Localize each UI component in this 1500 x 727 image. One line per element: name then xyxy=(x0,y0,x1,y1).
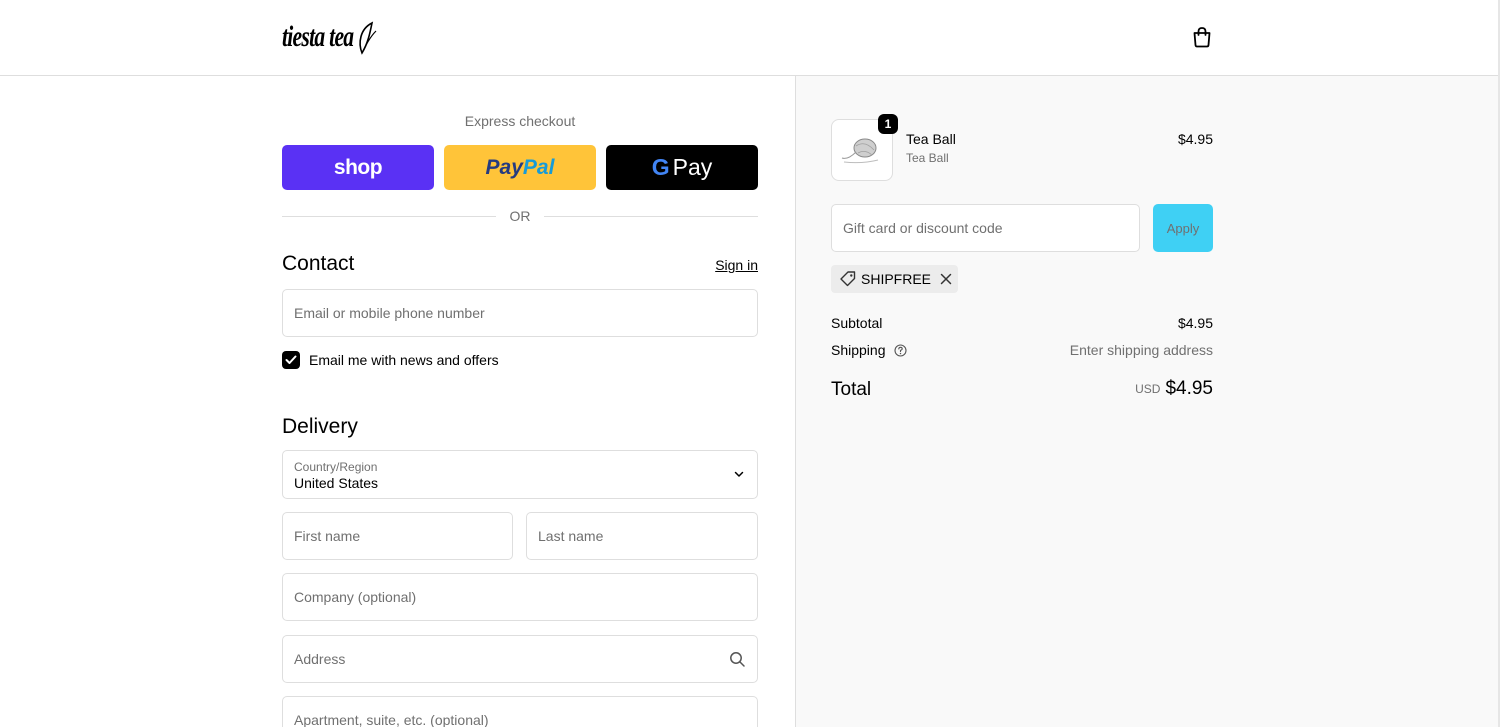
quantity-badge: 1 xyxy=(878,114,898,134)
search-icon xyxy=(730,652,745,667)
contact-heading: Contact xyxy=(282,252,355,275)
last-name-field[interactable] xyxy=(527,513,757,559)
logo-text: tiesta tea xyxy=(282,20,354,53)
shopping-bag-icon[interactable] xyxy=(1190,25,1214,49)
shop-pay-label: shop xyxy=(333,155,383,179)
discount-code-wrapper xyxy=(831,204,1140,252)
remove-discount-button[interactable] xyxy=(939,272,953,286)
product-variant: Tea Ball xyxy=(906,151,949,165)
close-icon xyxy=(940,273,952,285)
google-g-icon: G xyxy=(651,154,670,180)
paypal-label-part2: Pal xyxy=(522,155,555,179)
shipping-value: Enter shipping address xyxy=(1069,342,1213,358)
chevron-down-icon xyxy=(734,471,744,477)
google-pay-button[interactable]: G Pay xyxy=(606,145,758,190)
or-text: OR xyxy=(509,208,531,224)
first-name-wrapper xyxy=(282,512,513,560)
news-checkbox[interactable] xyxy=(282,351,300,369)
express-checkout-label: Express checkout xyxy=(464,113,576,129)
google-pay-label: Pay xyxy=(672,154,713,180)
country-select-label: Country/Region xyxy=(294,460,378,474)
applied-discount-tag: SHIPFREE xyxy=(831,265,958,293)
site-header: tiesta tea xyxy=(0,0,1498,76)
divider-line-left xyxy=(282,216,496,217)
subtotal-value: $4.95 xyxy=(1177,315,1213,331)
shipping-row: Shipping xyxy=(831,342,907,358)
divider-line-right xyxy=(544,216,758,217)
subtotal-label: Subtotal xyxy=(831,315,883,331)
product-price: $4.95 xyxy=(1177,131,1213,147)
order-summary-pane xyxy=(795,76,1498,727)
product-name: Tea Ball xyxy=(906,131,956,147)
discount-code-field[interactable] xyxy=(832,205,1139,251)
delivery-heading: Delivery xyxy=(282,415,358,438)
sign-in-link[interactable]: Sign in xyxy=(700,257,758,273)
shipping-label: Shipping xyxy=(831,342,886,358)
apartment-field[interactable] xyxy=(283,697,757,727)
news-opt-in: Email me with news and offers xyxy=(282,351,499,369)
checkmark-icon xyxy=(285,355,297,364)
first-name-field[interactable] xyxy=(283,513,512,559)
total-value: $4.95 xyxy=(1165,378,1213,399)
help-circle-icon[interactable] xyxy=(894,344,907,357)
country-select-value: United States xyxy=(294,475,379,491)
news-checkbox-label: Email me with news and offers xyxy=(309,352,499,368)
shop-pay-button[interactable]: shop xyxy=(282,145,434,190)
email-field[interactable] xyxy=(283,290,757,336)
total-amount: USD $4.95 xyxy=(1135,378,1213,400)
apply-discount-button[interactable]: Apply xyxy=(1153,204,1213,252)
last-name-wrapper xyxy=(526,512,758,560)
total-label: Total xyxy=(831,379,872,400)
total-currency: USD xyxy=(1135,382,1161,396)
country-select[interactable]: Country/Region United States xyxy=(282,450,758,499)
address-wrapper xyxy=(282,635,758,683)
address-field[interactable] xyxy=(283,636,757,682)
paypal-label-part1: Pay xyxy=(485,155,523,179)
company-field[interactable] xyxy=(283,574,757,620)
email-field-wrapper xyxy=(282,289,758,337)
tag-icon xyxy=(840,271,856,287)
store-logo[interactable]: tiesta tea xyxy=(282,19,381,55)
apartment-wrapper xyxy=(282,696,758,727)
leaf-logo-icon xyxy=(359,21,377,55)
or-divider: OR xyxy=(282,207,758,225)
discount-code-label: SHIPFREE xyxy=(861,271,932,287)
paypal-button[interactable]: Pay Pal xyxy=(444,145,596,190)
company-wrapper xyxy=(282,573,758,621)
